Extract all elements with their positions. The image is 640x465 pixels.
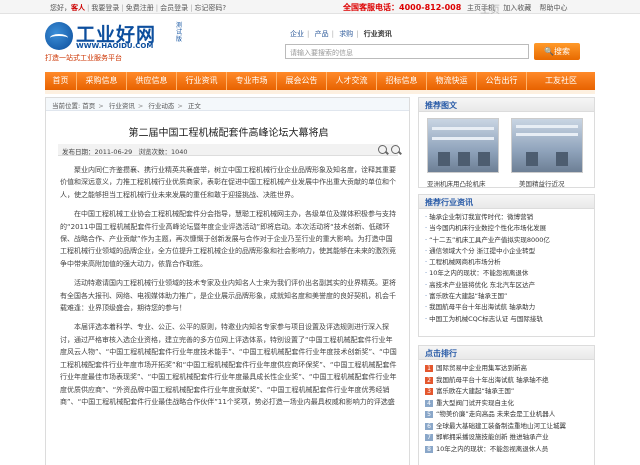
pic-caption[interactable]: 美国精益行近况 <box>519 178 565 188</box>
breadcrumb-prefix: 当前位置: <box>52 102 81 110</box>
breadcrumb-dynamics[interactable]: 行业动态 <box>148 102 174 110</box>
article-meta: 发布日期：2011-06-29 浏览次数：1040 <box>58 144 400 156</box>
list-item[interactable]: 7 邯郸拥采播设施技能创新 推进轴承产业 <box>425 432 588 444</box>
hotline: 全国客服电话：4000-812-008 <box>343 3 462 12</box>
zoom-in-icon[interactable] <box>378 145 387 154</box>
help-center-link[interactable]: 帮助中心 <box>539 4 567 12</box>
nav-tender[interactable]: 招标信息 <box>377 72 427 90</box>
member-login-link[interactable]: 会员登录 <box>160 4 188 12</box>
logo-globe-icon <box>45 22 73 50</box>
rank-number: 7 <box>425 434 433 441</box>
rank-number: 2 <box>425 376 433 384</box>
search-tab-news[interactable]: 行业资讯 <box>364 30 392 38</box>
list-item[interactable]: 6 全球最大基础建工装备制造重地山河工让城翼 <box>425 421 588 433</box>
greeting-area: 您好，客人 | 我要登录 | 免费注册 | 会员登录 | 忘记密码? <box>50 4 227 12</box>
list-item[interactable]: · 中国工为机械CQC标志认证 与国际接轨 <box>425 314 588 325</box>
nav-logistics[interactable]: 物流快运 <box>427 72 477 90</box>
nav-industry-news[interactable]: 行业资讯 <box>177 72 227 90</box>
side-pics-panel: 推荐图文 亚洲机床用凸轮机床 美国精益行近况 <box>418 97 595 188</box>
logo-slogan: 打造一站式工业服务平台 <box>45 54 122 62</box>
rank-number: 1 <box>425 365 433 372</box>
nav-talent[interactable]: 人才交流 <box>327 72 377 90</box>
pic-caption[interactable]: 亚洲机床用凸轮机床 <box>427 178 486 188</box>
site-logo[interactable]: 工业好网 测试版 WWW.HAOIDU.COM 打造一站式工业服务平台 <box>45 20 195 66</box>
side-pics-title: 推荐图文 <box>419 98 594 112</box>
article-paragraph: 本届评选本着科学、专业、公正、公平的原则，特邀业内知名专家参与项目设置及评选规则… <box>60 323 397 406</box>
list-item[interactable]: · 工程机械网商机市场分析 <box>425 257 588 268</box>
list-item[interactable]: · 10年之内的现状：不能忽视离退休 <box>425 268 588 279</box>
login-link[interactable]: 我要登录 <box>91 4 119 12</box>
search-tab-company[interactable]: 企业 <box>290 30 304 38</box>
list-item[interactable]: 3 富乐欧在大建起“轴承王国” <box>425 386 588 398</box>
breadcrumb: 当前位置: 首页 > 行业资讯 > 行业动态 > 正文 <box>46 98 409 111</box>
article-paragraph: 活动特邀请国内工程机械行业领域的技术专家及业内知名人士来为我们评价出名副其实的业… <box>60 279 396 313</box>
top-utility-bar: 您好，客人 | 我要登录 | 免费注册 | 会员登录 | 忘记密码? 全国客服电话：4000-8… <box>0 0 640 16</box>
list-item[interactable]: 2 我国航母平台十年出海试航 轴承轴不绝 <box>425 375 588 387</box>
list-item[interactable]: 5 “物美价廉”走向高品 未来会是工业机器人 <box>425 409 588 421</box>
guest-label: 客人 <box>71 4 85 12</box>
side-news-panel: 推荐行业资讯 · 轴承企业制订我宣传时代：微博营销 · 当今国内机床行业数控个性化市… <box>418 194 595 337</box>
views-label: 浏览次数： <box>138 148 171 156</box>
date-label: 发布日期： <box>62 148 95 156</box>
side-rank-panel: 点击排行 1 国际贸易中企业用集军达到新高 2 我国航母平台十年出海试航 轴承轴不绝… <box>418 345 595 465</box>
nav-community[interactable]: 工友社区 <box>527 72 595 90</box>
floating-home-overlay: 主页 <box>480 5 500 16</box>
rank-number: 6 <box>425 422 433 430</box>
article-paragraph: 在中国工程机械工业协会工程机械配套件分会指导，慧聪工程机械网主办，各级单位及媒体… <box>60 210 396 268</box>
pic-thumbnail[interactable] <box>427 118 499 173</box>
rank-number: 4 <box>425 399 433 407</box>
search-tab-purchase[interactable]: 求购 <box>339 30 353 38</box>
list-item[interactable]: 8 10年之内的现状：不能忽视离退休人员 <box>425 444 588 456</box>
pic-thumbnail[interactable] <box>511 118 583 173</box>
rank-number: 8 <box>425 445 433 453</box>
register-link[interactable]: 免费注册 <box>126 4 154 12</box>
side-rank-title: 点击排行 <box>419 346 594 360</box>
search-button-label: 搜索 <box>553 47 570 56</box>
search-icon: 🔍 <box>544 47 554 56</box>
publish-date: 2011-06-29 <box>94 148 133 156</box>
search-button[interactable]: 🔍搜索 <box>534 43 580 60</box>
list-item[interactable]: · 轴承企业制订我宣传时代：微博营销 <box>425 212 588 223</box>
search-tab-product[interactable]: 产品 <box>315 30 329 38</box>
article-title: 第二届中国工程机械配套件高峰论坛大幕将启 <box>128 128 329 139</box>
list-item[interactable]: · 我国航母平台十年出海试航 轴承助力 <box>425 302 588 313</box>
list-item[interactable]: 1 国际贸易中企业用集军达到新高 <box>425 363 588 375</box>
zoom-out-icon[interactable] <box>391 145 400 154</box>
add-favorite-link[interactable]: 加入收藏 <box>503 4 531 12</box>
article-paragraph: 聚业内同仁齐鉴攒襄、携行业精英共襄盛举，树立中国工程机械行业企业品牌形象及知名度… <box>60 166 396 199</box>
nav-supply[interactable]: 供应信息 <box>127 72 177 90</box>
main-nav: 首页 采购信息 供应信息 行业资讯 专业市场 展会公告 人才交流 招标信息 物流… <box>45 72 595 90</box>
list-item[interactable]: · 当今国内机床行业数控个性化市场化发展 <box>425 223 588 234</box>
nav-exhibition[interactable]: 展会公告 <box>277 72 327 90</box>
rank-number: 5 <box>425 411 433 418</box>
list-item[interactable]: · 高技术产业链将优化 东北汽车区达产 <box>425 280 588 291</box>
nav-market[interactable]: 专业市场 <box>227 72 277 90</box>
breadcrumb-current: 正文 <box>187 102 201 110</box>
logo-url: WWW.HAOIDU.COM <box>76 42 154 50</box>
article-body: 聚业内同仁齐鉴攒襄、携行业精英共襄盛举，树立中国工程机械行业企业品牌形象及知名度… <box>60 164 398 415</box>
list-item[interactable]: 4 重大型阀门试开实现自主化 <box>425 398 588 410</box>
nav-purchase[interactable]: 采购信息 <box>77 72 127 90</box>
list-item[interactable]: · 通信领域大个分 浙江提中小企业转型 <box>425 246 588 257</box>
breadcrumb-news[interactable]: 行业资讯 <box>109 102 135 110</box>
nav-announcement[interactable]: 公告出行 <box>477 72 527 90</box>
forgot-password-link[interactable]: 忘记密码? <box>194 4 226 12</box>
nav-subbar <box>45 90 595 94</box>
rank-number: 3 <box>425 388 433 395</box>
search-input[interactable]: 请输入要搜索的信息 <box>285 44 529 59</box>
greeting-text: 您好， <box>50 4 71 12</box>
article-panel: 当前位置: 首页 > 行业资讯 > 行业动态 > 正文 第二届中国工程机械配套件高峰论… <box>45 97 410 465</box>
view-count: 1040 <box>170 148 188 156</box>
side-news-title: 推荐行业资讯 <box>419 195 594 209</box>
list-item[interactable]: · 富乐欧在大建起“轴承王国” <box>425 291 588 302</box>
nav-home[interactable]: 首页 <box>45 72 77 90</box>
test-badge: 测试版 <box>176 22 183 43</box>
breadcrumb-home[interactable]: 首页 <box>82 102 95 110</box>
list-item[interactable]: · “十二五”机床工具产业产值拟实现8000亿 <box>425 235 588 246</box>
search-tabs: 企业 | 产品 | 求购 | 行业资讯 <box>290 30 392 38</box>
